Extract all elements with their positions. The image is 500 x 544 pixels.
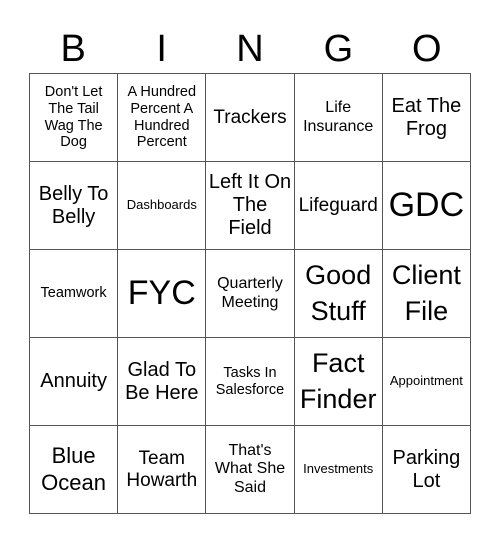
bingo-cell[interactable]: Fact Finder bbox=[294, 338, 383, 426]
header-letter-b: B bbox=[60, 28, 86, 70]
bingo-cell[interactable]: Glad To Be Here bbox=[118, 338, 207, 426]
bingo-cell[interactable]: Good Stuff bbox=[294, 250, 383, 338]
bingo-cell[interactable]: Blue Ocean bbox=[30, 426, 119, 514]
bingo-cell[interactable]: Team Howarth bbox=[118, 426, 207, 514]
bingo-cell[interactable]: Parking Lot bbox=[382, 426, 471, 514]
header-letter-i: I bbox=[156, 28, 167, 70]
bingo-cell[interactable]: Left It On The Field bbox=[206, 162, 295, 250]
bingo-cell[interactable]: Client File bbox=[382, 250, 471, 338]
bingo-header: B I N G O bbox=[29, 24, 471, 74]
bingo-cell[interactable]: Appointment bbox=[382, 338, 471, 426]
bingo-cell[interactable]: Teamwork bbox=[30, 250, 119, 338]
bingo-cell[interactable]: FYC bbox=[118, 250, 207, 338]
bingo-cell[interactable]: Trackers bbox=[206, 74, 295, 162]
bingo-cell[interactable]: Tasks In Salesforce bbox=[206, 338, 295, 426]
bingo-cell[interactable]: Lifeguard bbox=[294, 162, 383, 250]
bingo-cell[interactable]: Eat The Frog bbox=[382, 74, 471, 162]
bingo-cell[interactable]: GDC bbox=[382, 162, 471, 250]
bingo-grid: Don't Let The Tail Wag The Dog A Hundred… bbox=[29, 73, 471, 514]
bingo-cell[interactable]: Belly To Belly bbox=[30, 162, 119, 250]
header-letter-g: G bbox=[323, 28, 354, 70]
bingo-cell[interactable]: That's What She Said bbox=[206, 426, 295, 514]
bingo-cell[interactable]: A Hundred Percent A Hundred Percent bbox=[118, 74, 207, 162]
bingo-cell[interactable]: Annuity bbox=[30, 338, 119, 426]
bingo-cell[interactable]: Dashboards bbox=[118, 162, 207, 250]
bingo-cell[interactable]: Quarterly Meeting bbox=[206, 250, 295, 338]
header-letter-o: O bbox=[412, 28, 442, 70]
header-letter-n: N bbox=[236, 28, 264, 70]
bingo-cell[interactable]: Don't Let The Tail Wag The Dog bbox=[30, 74, 119, 162]
bingo-cell[interactable]: Investments bbox=[294, 426, 383, 514]
bingo-cell[interactable]: Life Insurance bbox=[294, 74, 383, 162]
